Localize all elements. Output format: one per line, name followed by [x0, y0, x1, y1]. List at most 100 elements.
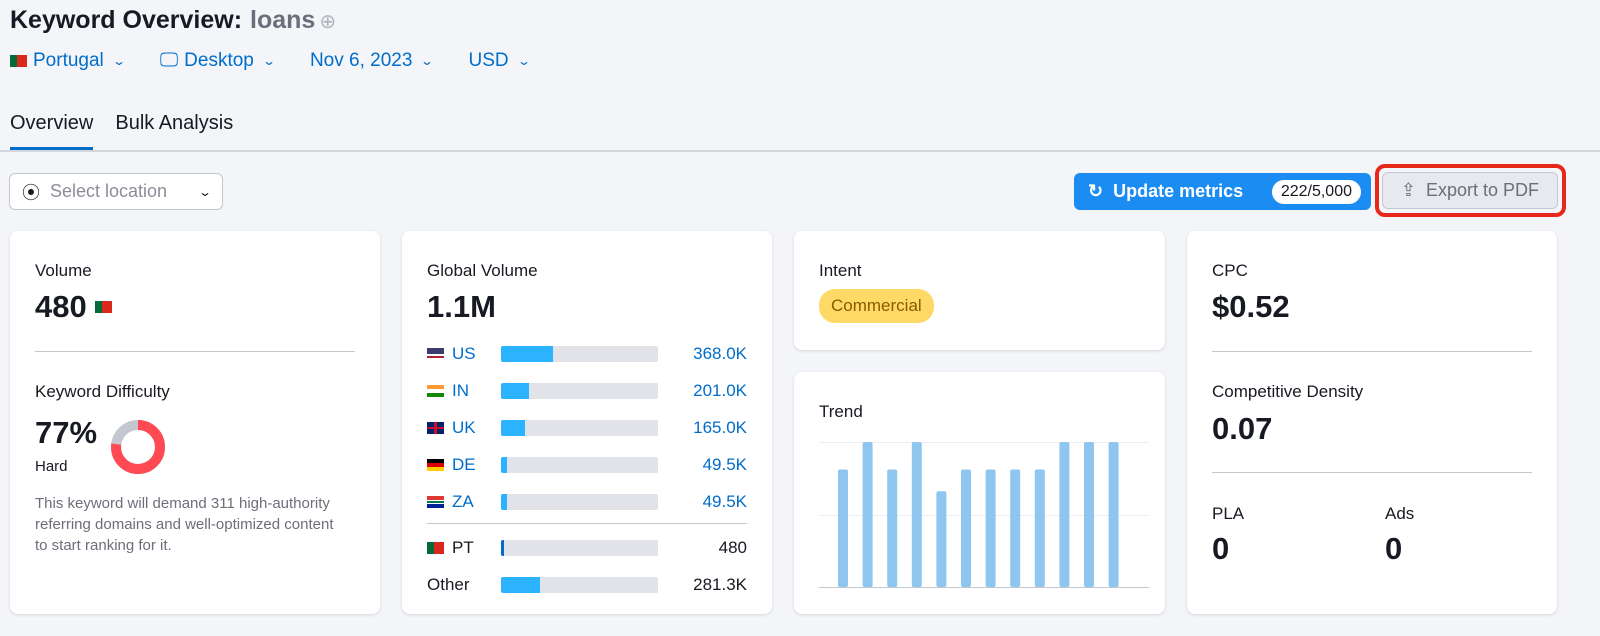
- chevron-down-icon: ⌄: [111, 54, 126, 68]
- country-volume[interactable]: 49.5K: [703, 455, 747, 475]
- trend-bar[interactable]: [1059, 442, 1070, 587]
- volume-bar: [501, 382, 658, 399]
- date-label: Nov 6, 2023: [309, 50, 413, 71]
- portugal-flag-icon: [94, 301, 112, 313]
- trend-bar[interactable]: [1084, 442, 1094, 587]
- country-select[interactable]: Portugal ⌄: [10, 50, 126, 72]
- device-label: Desktop: [184, 50, 254, 71]
- ads-value: 0: [1385, 531, 1403, 566]
- global-volume-label: Global Volume: [427, 261, 538, 280]
- volume-value: 480: [35, 289, 87, 324]
- kd-donut: [111, 420, 165, 474]
- intent-card: Intent Commercial: [794, 231, 1165, 350]
- flag-icon: [427, 495, 444, 508]
- volume-bar: [501, 456, 658, 473]
- global-volume-card: Global Volume 1.1M US 368.0K IN 201.0K UK 165…: [402, 231, 772, 614]
- country-code[interactable]: ZA: [427, 492, 501, 512]
- filters: Portugal ⌄ 🖵 Desktop ⌄ Nov 6, 2023 ⌄ USD ⌄: [10, 50, 531, 72]
- chevron-down-icon: ⌄: [261, 54, 276, 68]
- volume-bar-fill: [501, 576, 541, 593]
- country-code-label: IN: [452, 380, 469, 400]
- volume-bar-fill: [501, 382, 530, 399]
- trend-bar[interactable]: [1034, 469, 1045, 587]
- country-volume[interactable]: 165.0K: [693, 418, 747, 438]
- country-code[interactable]: DE: [427, 455, 501, 475]
- update-label: Update metrics: [1113, 181, 1244, 201]
- update-metrics-button[interactable]: ↻ Update metrics 222/5,000: [1074, 173, 1371, 210]
- trend-bar[interactable]: [1108, 442, 1119, 587]
- intent-label: Intent: [819, 261, 862, 280]
- device-select[interactable]: 🖵 Desktop ⌄: [160, 50, 276, 72]
- update-count-badge: 222/5,000: [1271, 179, 1361, 204]
- country-code[interactable]: IN: [427, 381, 501, 401]
- location-placeholder: Select location: [50, 181, 168, 201]
- trend-bar[interactable]: [936, 491, 947, 587]
- volume-label: Volume: [35, 261, 92, 280]
- tabs: Overview Bulk Analysis: [10, 112, 233, 150]
- volume-bar: [501, 419, 658, 436]
- trend-card: Trend: [794, 372, 1165, 614]
- trend-bar[interactable]: [838, 469, 848, 587]
- country-code-label: US: [452, 343, 476, 363]
- country-code[interactable]: UK: [427, 418, 501, 438]
- chevron-down-icon: ⌄: [197, 184, 213, 199]
- kd-description: This keyword will demand 311 high-author…: [35, 495, 334, 554]
- volume-bar: [501, 493, 658, 510]
- country-code-label: PT: [452, 537, 474, 557]
- export-pdf-button[interactable]: ⇪ Export to PDF: [1382, 172, 1558, 209]
- chevron-down-icon: ⌄: [516, 54, 531, 68]
- intent-badge: Commercial: [819, 289, 934, 323]
- upload-icon: ⇪: [1400, 180, 1417, 200]
- country-code-label: UK: [452, 417, 476, 437]
- country-code-label: DE: [452, 454, 476, 474]
- pla-label: PLA: [1212, 504, 1245, 523]
- cpc-card: CPC $0.52 Competitive Density 0.07 PLA 0…: [1187, 231, 1557, 614]
- volume-bar-fill: [501, 345, 553, 362]
- trend-bar[interactable]: [887, 469, 898, 587]
- date-select[interactable]: Nov 6, 2023 ⌄: [309, 50, 435, 72]
- country-code[interactable]: US: [427, 344, 501, 364]
- country-code-label: Other: [427, 574, 470, 594]
- divider: [35, 351, 355, 352]
- divider: [1212, 351, 1532, 352]
- currency-select[interactable]: USD ⌄: [468, 50, 531, 72]
- trend-bar[interactable]: [1010, 469, 1021, 587]
- tab-overview[interactable]: Overview: [10, 112, 94, 150]
- flag-icon: [427, 541, 444, 554]
- trend-label: Trend: [819, 402, 863, 421]
- currency-label: USD: [468, 50, 509, 71]
- volume-bar-fill: [501, 456, 508, 473]
- country-row: Other 281.3K: [427, 566, 747, 603]
- kd-level: Hard: [35, 458, 68, 475]
- volume-bar-fill: [501, 493, 508, 510]
- country-volume: 480: [718, 537, 747, 557]
- country-row: PT 480: [427, 529, 747, 566]
- divider: [1212, 472, 1532, 473]
- global-volume-value: 1.1M: [427, 289, 496, 324]
- country-volume[interactable]: 201.0K: [693, 381, 747, 401]
- country-row: IN 201.0K: [427, 372, 747, 409]
- portugal-flag-icon: [10, 55, 27, 67]
- refresh-icon: ↻: [1088, 181, 1104, 201]
- trend-chart: [819, 442, 1149, 588]
- cpc-label: CPC: [1212, 261, 1248, 280]
- country-volume[interactable]: 368.0K: [693, 344, 747, 364]
- export-label: Export to PDF: [1426, 180, 1540, 200]
- country-row: DE 49.5K: [427, 446, 747, 483]
- plus-circle-icon[interactable]: ⊕: [319, 11, 336, 33]
- pla-value: 0: [1212, 531, 1230, 566]
- trend-bar[interactable]: [911, 442, 922, 587]
- location-select[interactable]: ⦿ Select location ⌄: [9, 173, 223, 210]
- volume-bar-fill: [501, 419, 525, 436]
- title-text: Keyword Overview:: [10, 6, 243, 34]
- volume-card: Volume 480 Keyword Difficulty 77% Hard T…: [10, 231, 380, 614]
- tab-bulk-analysis[interactable]: Bulk Analysis: [115, 112, 233, 150]
- trend-bar[interactable]: [961, 469, 971, 587]
- flag-icon: [427, 347, 444, 360]
- trend-bar[interactable]: [985, 469, 996, 587]
- flag-icon: [427, 384, 444, 397]
- country-volume[interactable]: 49.5K: [703, 492, 747, 512]
- trend-bar[interactable]: [862, 442, 873, 587]
- volume-bar: [501, 345, 658, 362]
- country-row: ZA 49.5K: [427, 483, 747, 520]
